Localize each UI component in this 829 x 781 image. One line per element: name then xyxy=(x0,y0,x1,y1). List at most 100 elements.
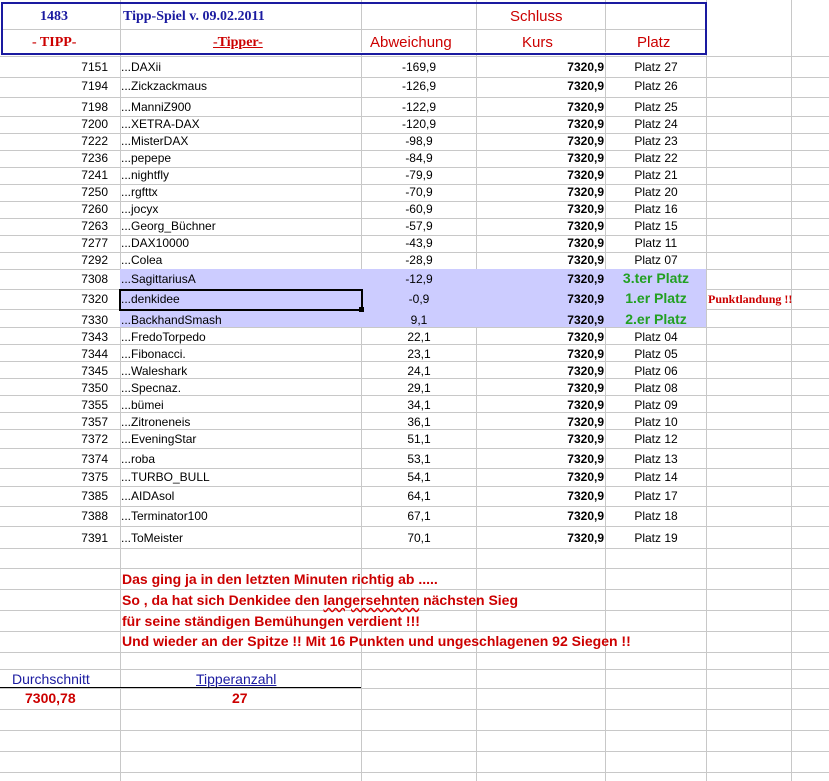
name-cell[interactable]: ...DAX10000 xyxy=(121,236,189,250)
name-cell[interactable]: ...rgfttx xyxy=(121,185,158,199)
kurs-cell[interactable]: 7320,9 xyxy=(476,531,604,545)
name-cell[interactable]: ...Waleshark xyxy=(121,364,187,378)
tipp-cell[interactable]: 7260 xyxy=(0,202,108,216)
platz-cell[interactable]: Platz 06 xyxy=(606,364,706,378)
abweichung-cell[interactable]: 22,1 xyxy=(362,330,476,344)
name-cell[interactable]: ...Terminator100 xyxy=(121,509,208,523)
platz-cell[interactable]: Platz 23 xyxy=(606,134,706,148)
platz-cell[interactable]: Platz 10 xyxy=(606,415,706,429)
abweichung-cell[interactable]: -120,9 xyxy=(362,117,476,131)
name-cell[interactable]: ...Zickzackmaus xyxy=(121,79,207,93)
tipp-cell[interactable]: 7151 xyxy=(0,60,108,74)
tipp-cell[interactable]: 7236 xyxy=(0,151,108,165)
kurs-cell[interactable]: 7320,9 xyxy=(476,364,604,378)
abweichung-cell[interactable]: -122,9 xyxy=(362,100,476,114)
tipp-cell[interactable]: 7200 xyxy=(0,117,108,131)
kurs-cell[interactable]: 7320,9 xyxy=(476,202,604,216)
kurs-cell[interactable]: 7320,9 xyxy=(476,381,604,395)
tipp-cell[interactable]: 7375 xyxy=(0,470,108,484)
abweichung-cell[interactable]: -79,9 xyxy=(362,168,476,182)
tipp-cell[interactable]: 7344 xyxy=(0,347,108,361)
kurs-cell[interactable]: 7320,9 xyxy=(476,347,604,361)
platz-cell[interactable]: Platz 24 xyxy=(606,117,706,131)
kurs-cell[interactable]: 7320,9 xyxy=(476,313,604,327)
kurs-cell[interactable]: 7320,9 xyxy=(476,236,604,250)
name-cell[interactable]: ...SagittariusA xyxy=(121,272,196,286)
name-cell[interactable]: ...EveningStar xyxy=(121,432,196,446)
abweichung-cell[interactable]: -57,9 xyxy=(362,219,476,233)
kurs-cell[interactable]: 7320,9 xyxy=(476,60,604,74)
abweichung-cell[interactable]: 34,1 xyxy=(362,398,476,412)
abweichung-cell[interactable]: -60,9 xyxy=(362,202,476,216)
abweichung-cell[interactable]: 54,1 xyxy=(362,470,476,484)
platz-cell[interactable]: Platz 14 xyxy=(606,470,706,484)
name-cell[interactable]: ...jocyx xyxy=(121,202,158,216)
kurs-cell[interactable]: 7320,9 xyxy=(476,219,604,233)
kurs-cell[interactable]: 7320,9 xyxy=(476,168,604,182)
abweichung-cell[interactable]: -98,9 xyxy=(362,134,476,148)
platz-cell[interactable]: Platz 12 xyxy=(606,432,706,446)
abweichung-cell[interactable]: -169,9 xyxy=(362,60,476,74)
platz-cell[interactable]: 3.ter Platz xyxy=(606,270,706,286)
abweichung-cell[interactable]: 53,1 xyxy=(362,452,476,466)
tipp-cell[interactable]: 7198 xyxy=(0,100,108,114)
fill-handle[interactable] xyxy=(359,307,364,312)
platz-cell[interactable]: Platz 07 xyxy=(606,253,706,267)
abweichung-cell[interactable]: 24,1 xyxy=(362,364,476,378)
kurs-cell[interactable]: 7320,9 xyxy=(476,432,604,446)
tipp-cell[interactable]: 7241 xyxy=(0,168,108,182)
platz-cell[interactable]: Platz 22 xyxy=(606,151,706,165)
kurs-cell[interactable]: 7320,9 xyxy=(476,489,604,503)
platz-cell[interactable]: Platz 21 xyxy=(606,168,706,182)
name-cell[interactable]: ...pepepe xyxy=(121,151,171,165)
tipp-cell[interactable]: 7330 xyxy=(0,313,108,327)
name-cell[interactable]: ...Specnaz. xyxy=(121,381,181,395)
kurs-cell[interactable]: 7320,9 xyxy=(476,330,604,344)
abweichung-cell[interactable]: 67,1 xyxy=(362,509,476,523)
abweichung-cell[interactable]: 70,1 xyxy=(362,531,476,545)
name-cell[interactable]: ...Georg_Büchner xyxy=(121,219,216,233)
platz-cell[interactable]: Platz 20 xyxy=(606,185,706,199)
abweichung-cell[interactable]: -28,9 xyxy=(362,253,476,267)
kurs-cell[interactable]: 7320,9 xyxy=(476,452,604,466)
name-cell[interactable]: ...Zitroneneis xyxy=(121,415,190,429)
kurs-cell[interactable]: 7320,9 xyxy=(476,151,604,165)
name-cell[interactable]: ...Fibonacci. xyxy=(121,347,186,361)
abweichung-cell[interactable]: -70,9 xyxy=(362,185,476,199)
name-cell[interactable]: ...Colea xyxy=(121,253,162,267)
tipp-cell[interactable]: 7372 xyxy=(0,432,108,446)
platz-cell[interactable]: Platz 05 xyxy=(606,347,706,361)
tipp-cell[interactable]: 7222 xyxy=(0,134,108,148)
kurs-cell[interactable]: 7320,9 xyxy=(476,470,604,484)
abweichung-cell[interactable]: -12,9 xyxy=(362,272,476,286)
tipp-cell[interactable]: 7194 xyxy=(0,79,108,93)
platz-cell[interactable]: Platz 04 xyxy=(606,330,706,344)
abweichung-cell[interactable]: -43,9 xyxy=(362,236,476,250)
tipp-cell[interactable]: 7357 xyxy=(0,415,108,429)
tipp-cell[interactable]: 7343 xyxy=(0,330,108,344)
tipp-cell[interactable]: 7308 xyxy=(0,272,108,286)
kurs-cell[interactable]: 7320,9 xyxy=(476,100,604,114)
kurs-cell[interactable]: 7320,9 xyxy=(476,253,604,267)
tipp-cell[interactable]: 7292 xyxy=(0,253,108,267)
tipp-cell[interactable]: 7345 xyxy=(0,364,108,378)
platz-cell[interactable]: Platz 16 xyxy=(606,202,706,216)
platz-cell[interactable]: Platz 09 xyxy=(606,398,706,412)
kurs-cell[interactable]: 7320,9 xyxy=(476,79,604,93)
platz-cell[interactable]: Platz 25 xyxy=(606,100,706,114)
platz-cell[interactable]: 2.er Platz xyxy=(606,311,706,327)
name-cell[interactable]: ...ToMeister xyxy=(121,531,183,545)
platz-cell[interactable]: Platz 08 xyxy=(606,381,706,395)
platz-cell[interactable]: Platz 13 xyxy=(606,452,706,466)
tipp-cell[interactable]: 7385 xyxy=(0,489,108,503)
tipp-cell[interactable]: 7391 xyxy=(0,531,108,545)
platz-cell[interactable]: Platz 15 xyxy=(606,219,706,233)
name-cell[interactable]: ...BackhandSmash xyxy=(121,313,222,327)
name-cell[interactable]: ...MisterDAX xyxy=(121,134,188,148)
platz-cell[interactable]: Platz 27 xyxy=(606,60,706,74)
abweichung-cell[interactable]: -0,9 xyxy=(362,292,476,306)
tipp-cell[interactable]: 7263 xyxy=(0,219,108,233)
abweichung-cell[interactable]: -126,9 xyxy=(362,79,476,93)
name-cell[interactable]: ...ManniZ900 xyxy=(121,100,191,114)
name-cell[interactable]: ...XETRA-DAX xyxy=(121,117,200,131)
